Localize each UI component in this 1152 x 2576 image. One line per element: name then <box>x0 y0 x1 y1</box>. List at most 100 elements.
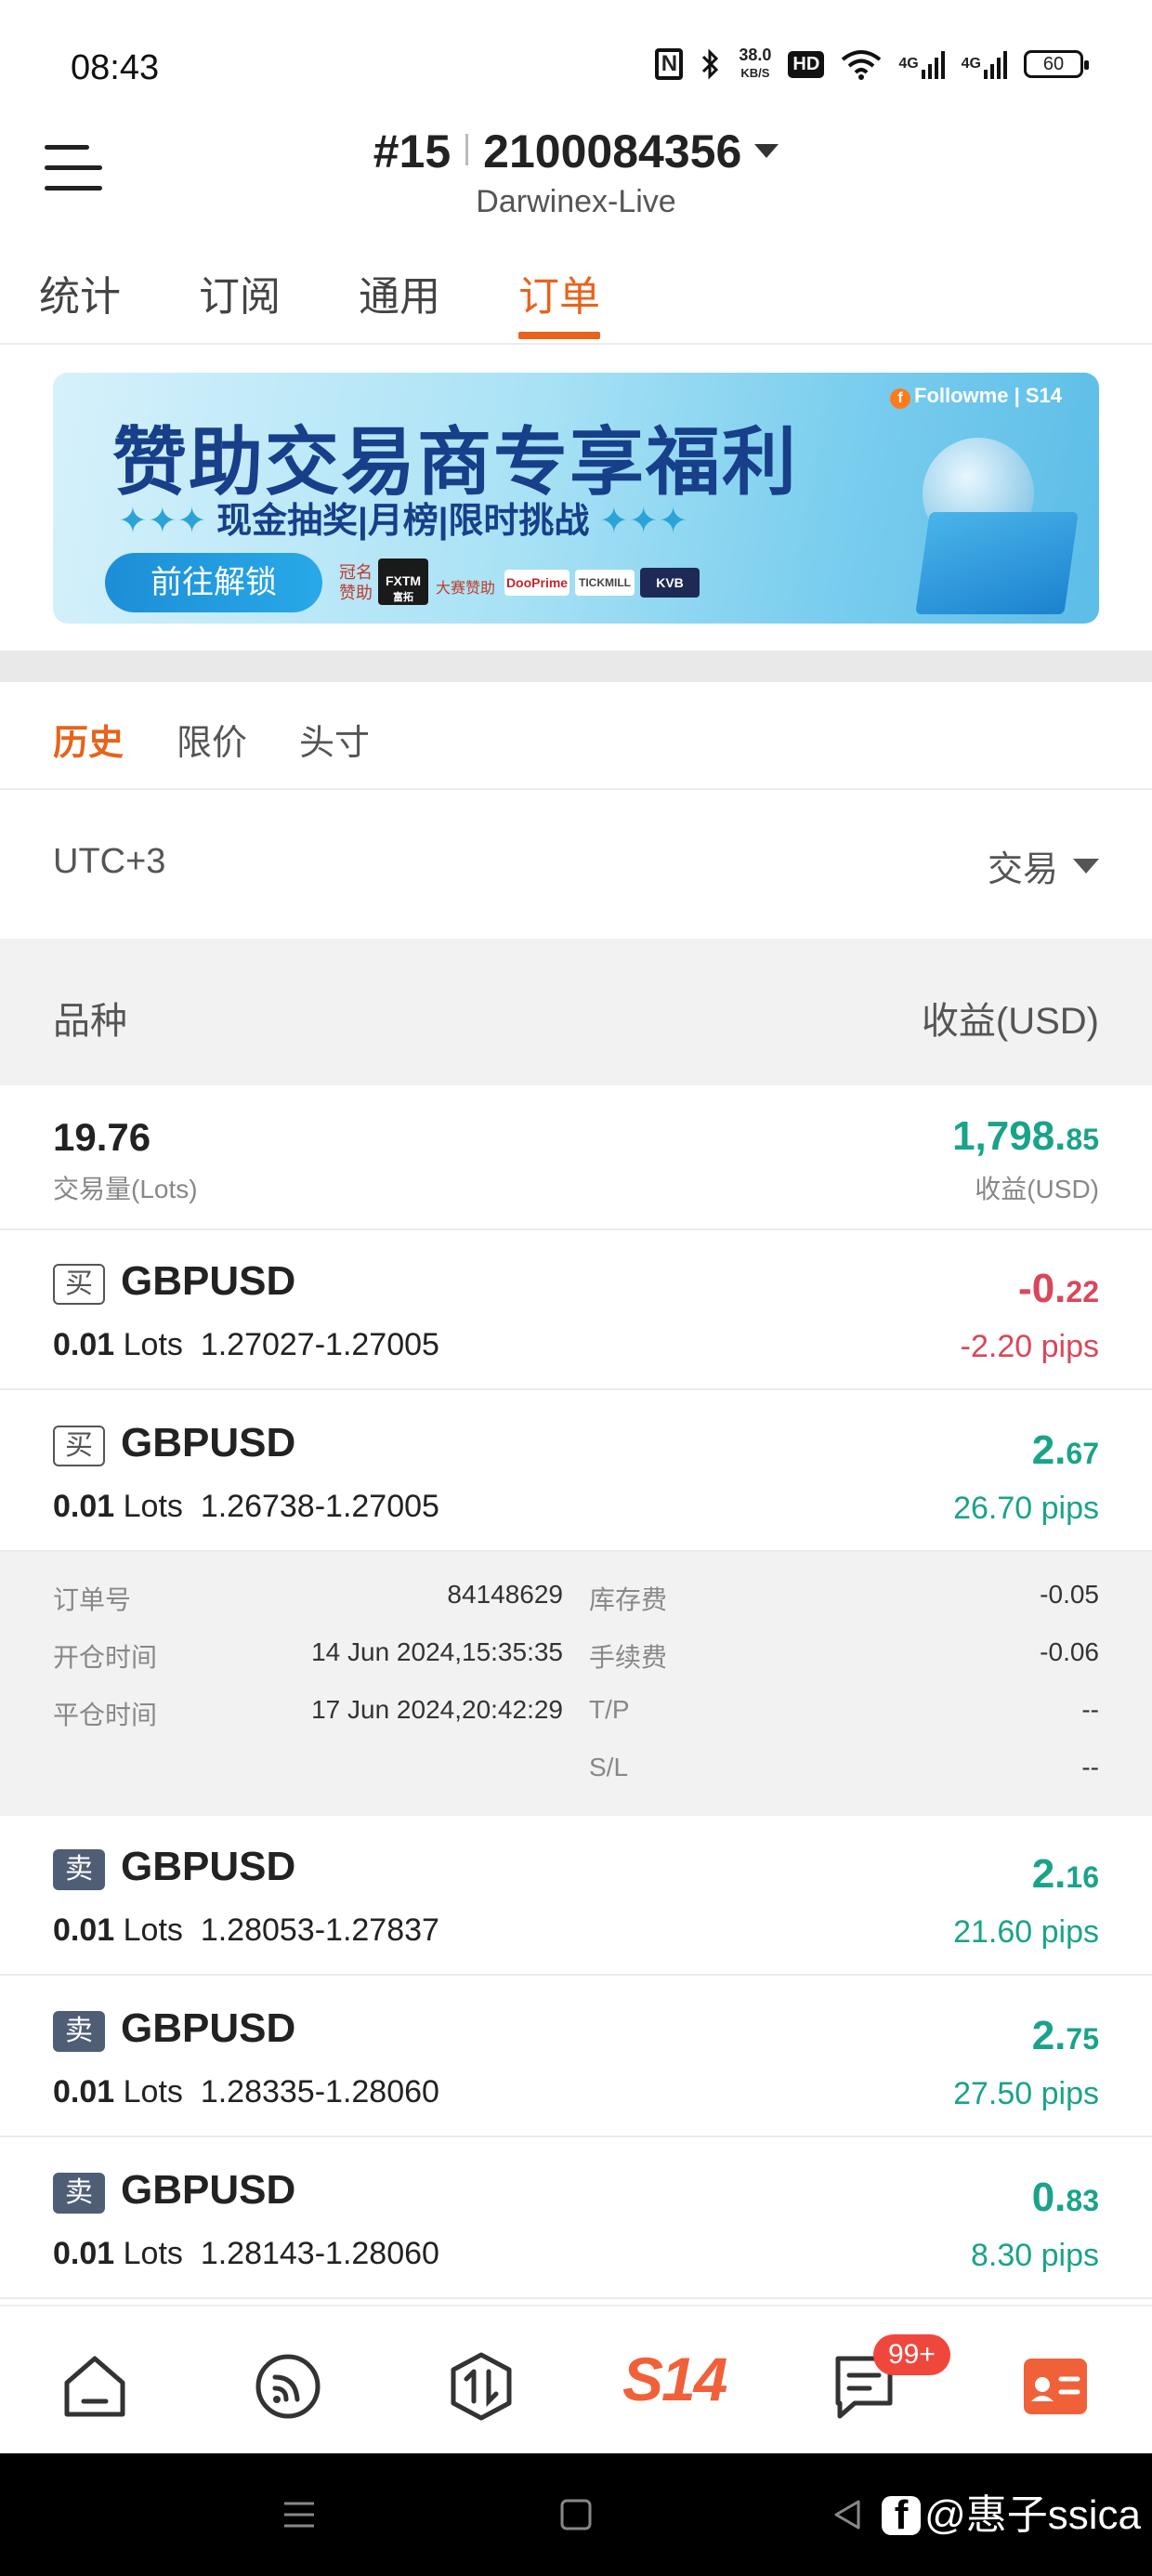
open-time-value: 14 Jun 2024,15:35:35 <box>311 1637 563 1666</box>
close-time-label: 平仓时间 <box>53 1701 158 1729</box>
caret-down-icon <box>1073 859 1099 874</box>
account-separator <box>465 134 469 165</box>
recent-apps-icon[interactable] <box>281 2496 318 2538</box>
profit-decimal: 16 <box>1066 1860 1099 1894</box>
trade-icon[interactable] <box>444 2349 518 2424</box>
tab-stats[interactable]: 统计 <box>39 263 121 322</box>
speed-value: 38.0 <box>739 46 772 64</box>
home-icon[interactable] <box>58 2349 132 2424</box>
order-row[interactable]: 卖 GBPUSD 0.01 Lots 1.28053-1.27837 2.16 … <box>0 1816 1152 1976</box>
status-icons: N 38.0 KB/S HD 4G 4G 60 <box>655 46 1089 82</box>
sponsor-label-2: 大赛赞助 <box>436 581 496 597</box>
lots-unit: Lots <box>123 2074 183 2109</box>
sponsor-dooprime-logo: DooPrime <box>504 570 569 596</box>
tp-value: -- <box>1081 1695 1099 1724</box>
order-prices: 1.27027-1.27005 <box>200 1327 439 1362</box>
followme-logo-icon: f <box>890 388 910 409</box>
side-badge-sell: 卖 <box>53 1849 105 1890</box>
order-row[interactable]: 买 GBPUSD 0.01 Lots 1.27027-1.27005 -0.22… <box>0 1230 1152 1390</box>
order-symbol: GBPUSD <box>121 2005 296 2051</box>
commission-label: 手续费 <box>589 1643 668 1672</box>
sub-tabs: 历史 限价 头寸 <box>0 682 1152 790</box>
lots-unit: Lots <box>123 1912 183 1948</box>
signal-label-1: 4G <box>898 56 919 72</box>
broker-name: Darwinex-Live <box>476 184 676 219</box>
lots-value: 0.01 <box>53 1489 115 1524</box>
order-profit: 2.75 <box>1032 2013 1099 2059</box>
tab-general[interactable]: 通用 <box>359 263 440 322</box>
sponsor-fxtm-name: FXTM <box>385 573 422 588</box>
speed-unit: KB/S <box>740 66 770 80</box>
type-dropdown-value: 交易 <box>987 850 1058 889</box>
battery-icon: 60 <box>1024 50 1089 78</box>
chart-illustration-icon <box>915 512 1079 614</box>
profit-decimal: 75 <box>1066 2022 1099 2056</box>
summary-row: 19.76 交易量(Lots) 1,798.85 收益(USD) <box>0 1085 1152 1230</box>
profit-main: 0. <box>1031 2175 1067 2220</box>
profit-decimal: 67 <box>1066 1437 1099 1470</box>
order-pips: 26.70 pips <box>953 1491 1099 1526</box>
home-button-icon[interactable] <box>557 2496 595 2538</box>
total-profit-decimal: 85 <box>1066 1123 1099 1156</box>
commission-value: -0.06 <box>1040 1637 1099 1666</box>
signal-label-2: 4G <box>961 56 981 72</box>
close-time-value: 17 Jun 2024,20:42:29 <box>311 1695 563 1724</box>
order-no-value: 84148629 <box>447 1580 563 1609</box>
bluetooth-icon <box>700 47 722 81</box>
caret-down-icon <box>754 144 779 158</box>
tab-subscribe[interactable]: 订阅 <box>199 263 281 322</box>
account-index: #15 <box>373 125 452 177</box>
back-icon[interactable] <box>829 2496 866 2538</box>
app-header: #15 2100084356 Darwinex-Live <box>0 112 1152 232</box>
sponsor-label: 冠名赞助 <box>339 563 373 602</box>
sparkle-icon: ✦✦✦ <box>118 502 217 541</box>
sl-label: S/L <box>589 1753 629 1781</box>
lots-value: 0.01 <box>53 1327 115 1362</box>
account-selector[interactable]: #15 2100084356 <box>0 125 1152 178</box>
s14-logo[interactable]: S14 <box>622 2344 727 2414</box>
column-symbol: 品种 <box>53 1001 127 1042</box>
sl-value: -- <box>1081 1753 1099 1781</box>
order-profit: 0.83 <box>1032 2175 1099 2221</box>
tp-label: T/P <box>589 1695 630 1724</box>
nfc-icon: N <box>655 48 684 80</box>
tab-history[interactable]: 历史 <box>53 714 124 765</box>
type-dropdown[interactable]: 交易 <box>988 840 1099 891</box>
lots-unit: Lots <box>123 2236 183 2271</box>
tab-orders[interactable]: 订单 <box>518 263 600 322</box>
profit-main: -0. <box>1018 1266 1067 1311</box>
promo-banner[interactable]: f Followme | S14 赞助交易商专享福利 ✦✦✦ 现金抽奖|月榜|限时… <box>53 373 1099 624</box>
feed-icon[interactable] <box>251 2349 325 2424</box>
side-badge-buy: 买 <box>53 1264 105 1305</box>
profit-main: 2. <box>1031 1427 1067 1473</box>
bottom-nav: S14 99+ <box>0 2305 1152 2453</box>
order-symbol: GBPUSD <box>121 2167 296 2213</box>
total-volume: 19.76 <box>53 1115 151 1159</box>
side-badge-sell: 卖 <box>53 2011 105 2052</box>
order-pips: -2.20 pips <box>960 1329 1099 1364</box>
system-nav-bar: f @惠子ssica <box>0 2453 1152 2576</box>
open-time-label: 开仓时间 <box>53 1643 158 1672</box>
status-bar: 08:43 N 38.0 KB/S HD 4G 4G 60 <box>0 0 1152 112</box>
order-row[interactable]: 买 GBPUSD 0.01 Lots 1.26738-1.27005 2.67 … <box>0 1392 1152 1552</box>
tab-limit[interactable]: 限价 <box>177 714 247 765</box>
wifi-icon <box>841 48 882 80</box>
brand-tag: S14 <box>1025 384 1062 407</box>
order-pips: 21.60 pips <box>953 1914 1099 1950</box>
order-prices: 1.28143-1.28060 <box>200 2236 439 2271</box>
profile-icon[interactable] <box>1018 2349 1093 2424</box>
weibo-logo-icon: f <box>882 2495 922 2536</box>
side-badge-buy: 买 <box>53 1426 105 1466</box>
timezone-label: UTC+3 <box>53 842 166 881</box>
order-row[interactable]: 卖 GBPUSD 0.01 Lots 1.28143-1.28060 0.83 … <box>0 2139 1152 2299</box>
order-prices: 1.28053-1.27837 <box>200 1912 439 1948</box>
order-row[interactable]: 卖 GBPUSD 0.01 Lots 1.28335-1.28060 2.75 … <box>0 1978 1152 2137</box>
side-badge-sell: 卖 <box>53 2173 105 2214</box>
swap-value: -0.05 <box>1040 1580 1099 1609</box>
section-divider <box>0 651 1152 682</box>
signal-icon-2: 4G <box>962 49 1007 79</box>
tab-positions[interactable]: 头寸 <box>299 714 370 765</box>
profit-decimal: 22 <box>1066 1275 1099 1308</box>
total-profit: 1,798.85 <box>952 1113 1099 1160</box>
unlock-button[interactable]: 前往解锁 <box>105 553 322 612</box>
